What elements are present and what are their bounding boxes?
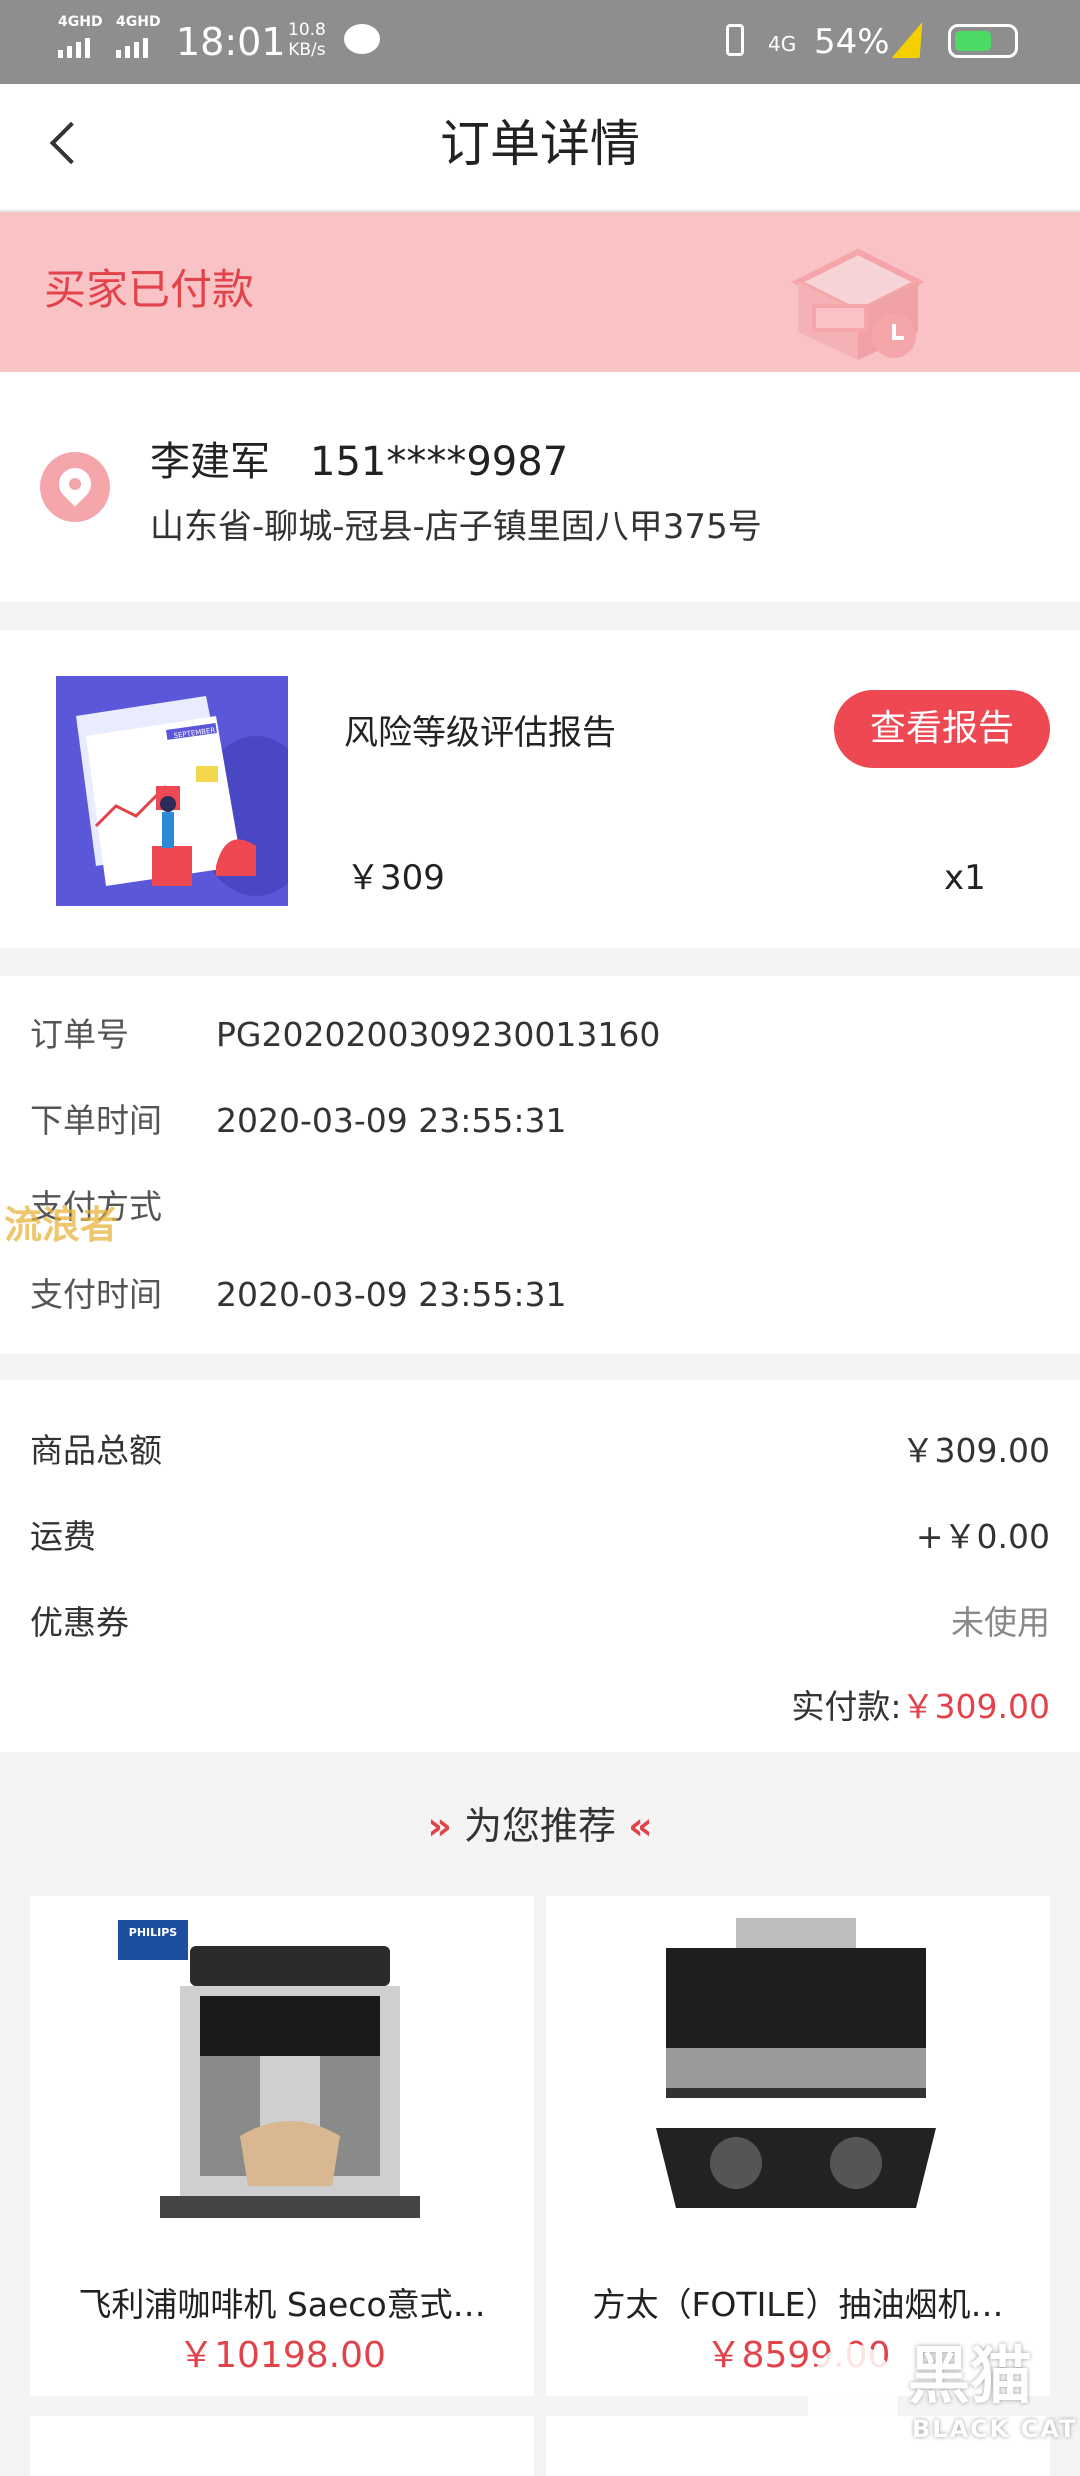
product-name: 风险等级评估报告 [344, 713, 616, 753]
chat-icon [344, 24, 380, 54]
paid-label: 实付款: [791, 1687, 902, 1726]
shipping-value: +￥0.00 [915, 1517, 1050, 1556]
vibrate-icon [726, 24, 744, 56]
double-chevron-left-icon: « [628, 1804, 653, 1848]
battery-icon [948, 24, 1018, 58]
pay-time-label: 支付时间 [30, 1275, 162, 1314]
recipient-name: 李建军 [150, 439, 270, 485]
paid-amount: ￥309.00 [901, 1687, 1050, 1726]
product-thumbnail[interactable]: SEPTEMBER [56, 676, 288, 906]
recommend-title: 为您推荐 [463, 1804, 616, 1848]
charging-icon [891, 22, 937, 58]
recommend-heading: » 为您推荐 « [0, 1800, 1080, 1852]
coupon-value: 未使用 [951, 1603, 1050, 1642]
clock: 18:01 [176, 20, 286, 64]
signal-label-2: 4GHD [116, 14, 161, 30]
paid-amount-row: 实付款:￥309.00 [791, 1684, 1050, 1730]
view-report-button[interactable]: 查看报告 [834, 690, 1050, 768]
order-status-text: 买家已付款 [44, 265, 255, 314]
page-title: 订单详情 [440, 115, 640, 173]
network-speed: 10.8 KB/s [288, 20, 326, 60]
recipient-address: 山东省-聊城-冠县-店子镇里固八甲375号 [150, 507, 762, 547]
recommend-item-name: 方太（FOTILE）抽油烟机… [592, 2285, 1004, 2324]
order-number-label: 订单号 [30, 1015, 129, 1054]
double-chevron-right-icon: » [427, 1804, 452, 1848]
product-price: ￥309 [346, 858, 445, 898]
logo-cn-text: 黑猫 [908, 2339, 1033, 2412]
report-illustration-icon: SEPTEMBER [56, 676, 288, 906]
coffee-machine-image [160, 1946, 420, 2218]
speed-unit: KB/s [288, 40, 326, 60]
recommend-item-name: 飞利浦咖啡机 Saeco意式… [78, 2285, 486, 2324]
order-time-value: 2020-03-09 23:55:31 [216, 1101, 567, 1140]
recommend-item-card-partial[interactable] [30, 2416, 534, 2476]
product-quantity: x1 [944, 858, 986, 898]
cat-head-icon [808, 2344, 898, 2454]
goods-total-value: ￥309.00 [901, 1431, 1050, 1470]
signal-label: 4GHD [58, 14, 103, 30]
recommend-item-price: ￥10198.00 [178, 2335, 386, 2376]
location-pin-dot [69, 478, 81, 490]
logo-en-text: BLACK CAT [912, 2415, 1078, 2443]
pay-time-value: 2020-03-09 23:55:31 [216, 1275, 567, 1314]
order-time-label: 下单时间 [30, 1101, 162, 1140]
status-bar: 4GHD 4GHD 18:01 10.8 KB/s 4G 54% [0, 0, 1080, 84]
range-hood-image [656, 1918, 936, 2208]
order-number-value[interactable]: PG2020200309230013160 [216, 1012, 660, 1058]
battery-percent: 54% [814, 22, 890, 62]
shipping-label: 运费 [30, 1517, 96, 1556]
delivery-box-icon [791, 248, 925, 360]
coupon-label: 优惠券 [30, 1603, 129, 1642]
watermark-text: 流浪者 [4, 1203, 119, 1247]
network-type: 4G [768, 32, 797, 56]
goods-total-label: 商品总额 [30, 1431, 162, 1470]
speed-value: 10.8 [288, 20, 326, 40]
black-cat-logo: 黑猫 BLACK CAT [808, 2340, 1080, 2460]
recipient-phone: 151****9987 [310, 439, 569, 485]
